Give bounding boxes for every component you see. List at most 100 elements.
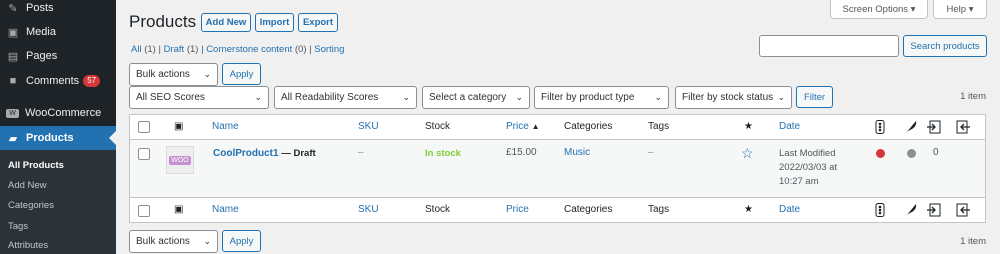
date-value: 2022/03/03 at xyxy=(779,162,838,173)
import-button[interactable]: Import xyxy=(255,13,294,32)
menu-label: Pages xyxy=(26,50,58,62)
media-icon: ▣ xyxy=(7,26,19,39)
outgoing-links-icon[interactable] xyxy=(927,203,941,220)
select-value: All SEO Scores xyxy=(136,92,205,103)
stock-status-filter[interactable]: Filter by stock status ⌄ xyxy=(675,86,792,109)
column-price-footer[interactable]: Price xyxy=(506,204,529,215)
submenu-attributes[interactable]: Attributes xyxy=(8,240,48,251)
featured-star-icon[interactable]: ☆ xyxy=(741,145,754,162)
menu-item-products[interactable]: ▰ Products xyxy=(0,126,116,150)
menu-item-woocommerce[interactable]: W WooCommerce xyxy=(0,101,116,125)
incoming-links-icon[interactable] xyxy=(956,203,970,220)
column-sku-footer[interactable]: SKU xyxy=(358,204,379,215)
seo-score-filter[interactable]: All SEO Scores ⌄ xyxy=(129,86,269,109)
stock-status: In stock xyxy=(425,148,461,159)
view-sorting-link[interactable]: Sorting xyxy=(314,44,344,55)
column-date-footer[interactable]: Date xyxy=(779,204,800,215)
column-categories-footer: Categories xyxy=(564,204,613,215)
column-sku[interactable]: SKU xyxy=(358,121,379,132)
table-row: WOO CoolProduct1 — Draft – In stock £15.… xyxy=(130,140,985,197)
search-products-button[interactable]: Search products xyxy=(903,35,987,57)
select-value: Filter by product type xyxy=(541,92,635,103)
readability-icon[interactable] xyxy=(904,203,918,220)
column-name-footer[interactable]: Name xyxy=(212,204,239,215)
pin-icon: ✎ xyxy=(8,2,18,15)
select-value: Filter by stock status xyxy=(682,92,774,103)
apply-button-top[interactable]: Apply xyxy=(222,63,261,85)
export-button[interactable]: Export xyxy=(298,13,338,32)
chevron-down-icon: ⌄ xyxy=(654,92,662,102)
view-count: (1) xyxy=(186,44,199,55)
menu-item-pages[interactable]: ▤ Pages xyxy=(0,44,116,68)
thumbnail-logo: WOO xyxy=(169,155,191,165)
view-cornerstone-link[interactable]: Cornerstone content xyxy=(206,44,292,55)
incoming-links-icon[interactable] xyxy=(956,120,970,137)
column-date[interactable]: Date xyxy=(779,121,800,132)
search-input[interactable] xyxy=(759,35,899,57)
outgoing-links-icon[interactable] xyxy=(927,120,941,137)
image-icon: ▣ xyxy=(174,121,184,132)
menu-item-comments[interactable]: ■ Comments 57 xyxy=(0,69,116,93)
submenu-all-products[interactable]: All Products xyxy=(8,160,64,171)
column-tags: Tags xyxy=(648,121,670,132)
product-name-cell: CoolProduct1 — Draft xyxy=(213,148,316,159)
products-submenu: All Products Add New Categories Tags Att… xyxy=(0,150,116,254)
menu-item-media[interactable]: ▣ Media xyxy=(0,20,116,44)
add-new-button[interactable]: Add New xyxy=(201,13,251,32)
sort-asc-icon: ▲ xyxy=(531,122,540,131)
seo-score-icon[interactable] xyxy=(875,203,885,220)
seo-score-icon[interactable] xyxy=(875,120,885,137)
column-stock-footer: Stock xyxy=(425,204,451,215)
select-value: Bulk actions xyxy=(136,69,190,80)
readability-icon[interactable] xyxy=(904,120,918,137)
star-icon: ★ xyxy=(744,121,753,132)
view-count: (1) xyxy=(144,44,156,55)
chevron-down-icon: ⌄ xyxy=(777,92,785,102)
comments-icon: ■ xyxy=(9,75,17,87)
readability-filter[interactable]: All Readability Scores ⌄ xyxy=(274,86,417,109)
sku-value: – xyxy=(358,147,364,158)
column-price[interactable]: Price ▲ xyxy=(506,121,540,132)
column-stock: Stock xyxy=(425,121,451,132)
tags-value: – xyxy=(648,147,654,158)
view-all-link[interactable]: All xyxy=(131,44,142,55)
item-count-top: 1 item xyxy=(960,91,986,102)
date-cell: Last Modified 2022/03/03 at 10:27 am xyxy=(779,147,837,189)
bulk-actions-select-bottom[interactable]: Bulk actions ⌄ xyxy=(129,230,218,253)
screen-options-tab[interactable]: Screen Options ▾ xyxy=(830,0,928,19)
menu-label: Products xyxy=(26,132,74,144)
product-type-filter[interactable]: Filter by product type ⌄ xyxy=(534,86,669,109)
apply-button-bottom[interactable]: Apply xyxy=(222,230,261,252)
status-views: All (1) | Draft (1) | Cornerstone conten… xyxy=(131,44,345,55)
submenu-add-new[interactable]: Add New xyxy=(8,180,47,191)
select-all-checkbox-footer[interactable] xyxy=(138,205,150,217)
menu-item-posts[interactable]: ✎ Posts xyxy=(0,0,116,20)
item-count-bottom: 1 item xyxy=(960,236,986,247)
column-tags-footer: Tags xyxy=(648,204,670,215)
products-table: ▣ Name SKU Stock Price ▲ Categories Tags… xyxy=(129,114,986,223)
filter-button[interactable]: Filter xyxy=(796,86,833,108)
product-thumbnail[interactable]: WOO xyxy=(166,146,194,174)
caret-down-icon: ▾ xyxy=(910,3,916,15)
select-value: Bulk actions xyxy=(136,236,190,247)
menu-label: Posts xyxy=(26,2,54,14)
seo-score-dot xyxy=(876,149,885,158)
column-categories: Categories xyxy=(564,121,613,132)
select-value: All Readability Scores xyxy=(281,92,379,103)
pages-icon: ▤ xyxy=(7,50,19,63)
column-name[interactable]: Name xyxy=(212,121,239,132)
product-name-link[interactable]: CoolProduct1 xyxy=(213,148,279,159)
row-checkbox[interactable] xyxy=(138,148,150,160)
chevron-down-icon: ⌄ xyxy=(254,92,262,102)
category-link[interactable]: Music xyxy=(564,147,590,158)
bulk-actions-select-top[interactable]: Bulk actions ⌄ xyxy=(129,63,218,86)
comments-badge: 57 xyxy=(83,75,101,87)
submenu-categories[interactable]: Categories xyxy=(8,200,54,211)
select-all-checkbox[interactable] xyxy=(138,121,150,133)
chevron-down-icon: ⌄ xyxy=(402,92,410,102)
submenu-tags[interactable]: Tags xyxy=(8,221,28,232)
help-tab[interactable]: Help ▾ xyxy=(933,0,987,19)
chevron-down-icon: ⌄ xyxy=(515,92,523,102)
view-draft-link[interactable]: Draft xyxy=(164,44,185,55)
category-filter[interactable]: Select a category ⌄ xyxy=(422,86,530,109)
